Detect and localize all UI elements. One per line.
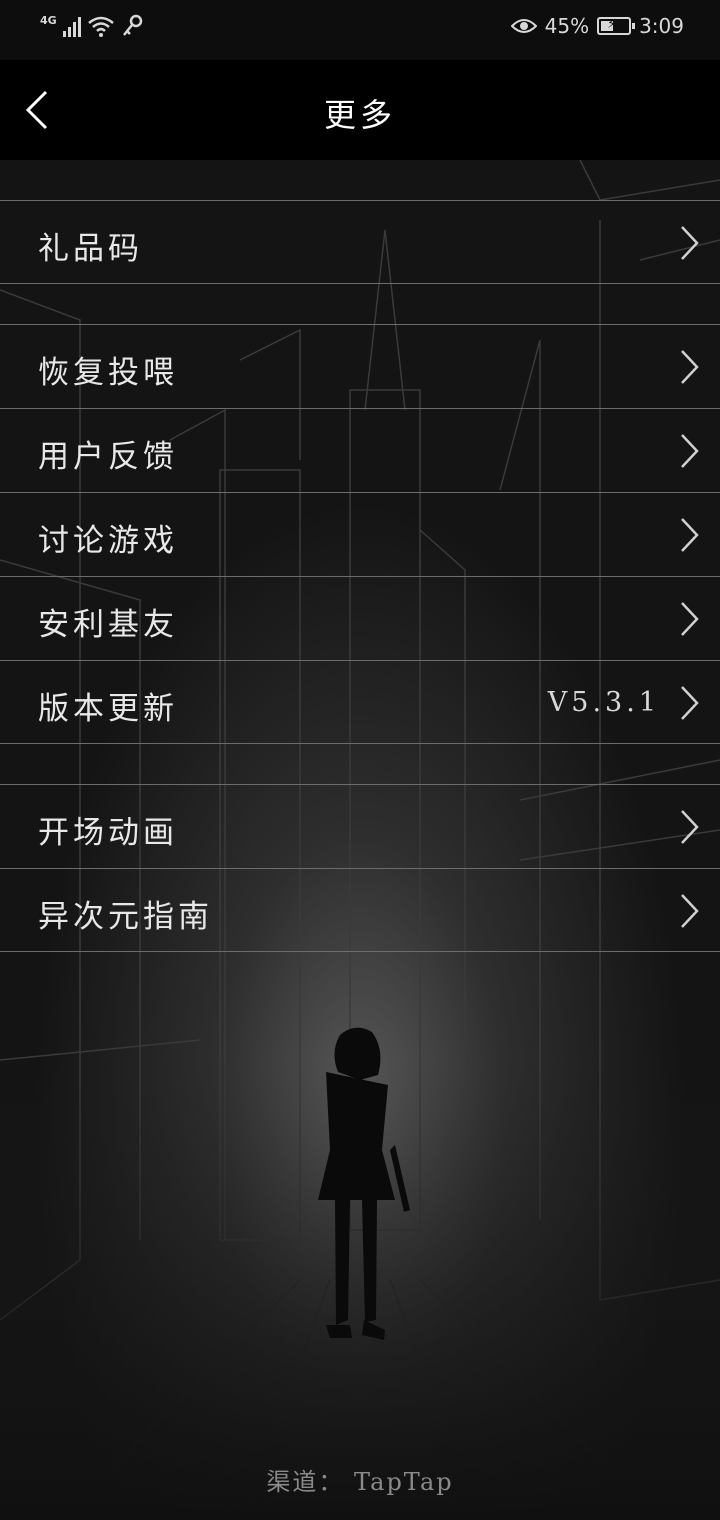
battery-charging-icon: ⚡: [597, 17, 636, 35]
status-bar: 4G 45% ⚡ 3:09: [0, 0, 720, 60]
restore-feed-label: 恢复投喂: [38, 355, 178, 391]
guide-label: 异次元指南: [38, 899, 213, 935]
page-title: 更多: [323, 96, 396, 134]
version-value: V5.3.1: [547, 687, 660, 718]
recommend-friend-label: 安利基友: [38, 607, 178, 643]
clock: 3:09: [639, 14, 684, 38]
chevron-right-icon: [681, 894, 699, 928]
version-update-item[interactable]: 版本更新 V5.3.1: [0, 660, 720, 744]
network-type: 4G: [40, 13, 57, 27]
signal-icon: [62, 15, 81, 37]
discuss-game-label: 讨论游戏: [38, 523, 178, 559]
top-bar: 更多: [0, 60, 720, 160]
battery-percent: 45%: [544, 14, 590, 38]
chevron-right-icon: [681, 602, 699, 636]
discuss-game-item[interactable]: 讨论游戏: [0, 492, 720, 576]
gift-code-item[interactable]: 礼品码: [0, 200, 720, 284]
intro-animation-item[interactable]: 开场动画: [0, 784, 720, 868]
chevron-right-icon: [681, 518, 699, 552]
chevron-right-icon: [681, 810, 699, 844]
channel-label: 渠道： TapTap: [266, 1468, 454, 1496]
recommend-friend-item[interactable]: 安利基友: [0, 576, 720, 660]
eye-icon: [510, 19, 537, 33]
feedback-item[interactable]: 用户反馈: [0, 408, 720, 492]
version-update-label: 版本更新: [38, 691, 178, 727]
chevron-right-icon: [681, 226, 699, 260]
chevron-right-icon: [681, 350, 699, 384]
gift-code-label: 礼品码: [38, 231, 143, 267]
settings-menu: 礼品码 恢复投喂 用户反馈 讨论游戏 安利基友 版本更新 V5.3.1 开场动画…: [0, 200, 720, 952]
feedback-label: 用户反馈: [38, 439, 178, 475]
chevron-right-icon: [681, 434, 699, 468]
restore-feed-item[interactable]: 恢复投喂: [0, 324, 720, 408]
intro-animation-label: 开场动画: [38, 815, 178, 851]
key-icon: [122, 14, 142, 36]
wifi-icon: [87, 16, 114, 37]
chevron-right-icon: [681, 686, 699, 720]
guide-item[interactable]: 异次元指南: [0, 868, 720, 952]
